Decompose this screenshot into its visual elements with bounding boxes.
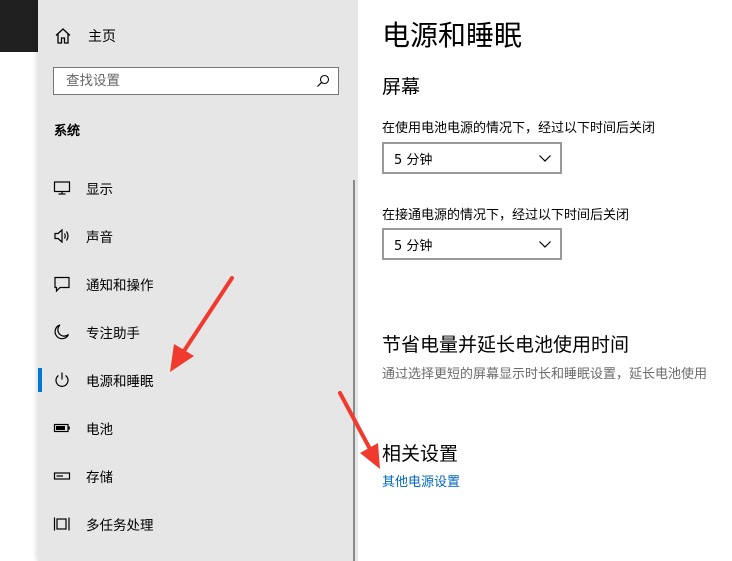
plugged-timeout-caption: 在接通电源的情况下，经过以下时间后关闭 <box>382 208 630 223</box>
sidebar-item-battery[interactable]: 电池 <box>38 406 358 450</box>
sidebar: 主页 系统 显示 声音 通知和操作 专注助 <box>38 0 358 561</box>
dropdown-value: 5 分钟 <box>394 238 433 254</box>
sidebar-item-label: 专注助手 <box>86 326 140 342</box>
moon-icon <box>54 324 70 340</box>
sidebar-item-notifications[interactable]: 通知和操作 <box>38 262 358 306</box>
sidebar-item-label: 电源和睡眠 <box>86 374 154 390</box>
screen-heading: 屏幕 <box>382 76 421 98</box>
sidebar-item-focus-assist[interactable]: 专注助手 <box>38 310 358 354</box>
related-settings-heading: 相关设置 <box>382 443 459 465</box>
save-power-heading: 节省电量并延长电池使用时间 <box>382 334 630 356</box>
sidebar-item-label: 多任务处理 <box>86 518 154 534</box>
dropdown-value: 5 分钟 <box>394 152 433 168</box>
save-power-description: 通过选择更短的屏幕显示时长和睡眠设置，延长电池使用 <box>382 367 708 382</box>
sidebar-item-storage[interactable]: 存储 <box>38 454 358 498</box>
main-content: 电源和睡眠 屏幕 在使用电池电源的情况下，经过以下时间后关闭 5 分钟 在接通电… <box>358 0 732 561</box>
sidebar-home[interactable]: 主页 <box>54 22 116 50</box>
sidebar-item-label: 声音 <box>86 230 113 246</box>
sidebar-item-multitasking[interactable]: 多任务处理 <box>38 502 358 546</box>
background-window-titlebar <box>0 0 38 52</box>
active-indicator <box>38 368 42 392</box>
multitask-icon <box>53 517 70 531</box>
sidebar-item-power-sleep[interactable]: 电源和睡眠 <box>38 358 358 402</box>
chevron-down-icon <box>539 155 551 162</box>
background-window-edge <box>0 0 38 561</box>
search-icon[interactable] <box>316 74 330 88</box>
sidebar-item-label: 电池 <box>86 422 113 438</box>
monitor-icon <box>53 181 71 195</box>
chevron-down-icon <box>539 241 551 248</box>
message-icon <box>54 276 70 293</box>
sidebar-scrollbar[interactable] <box>353 180 355 561</box>
plugged-timeout-dropdown[interactable]: 5 分钟 <box>382 228 562 260</box>
additional-power-settings-link[interactable]: 其他电源设置 <box>382 471 460 490</box>
sidebar-item-label: 显示 <box>86 182 113 198</box>
sidebar-item-sound[interactable]: 声音 <box>38 214 358 258</box>
home-icon <box>55 28 71 44</box>
storage-drive-icon <box>53 472 71 480</box>
sidebar-item-display[interactable]: 显示 <box>38 166 358 210</box>
battery-timeout-dropdown[interactable]: 5 分钟 <box>382 142 562 174</box>
search-box[interactable] <box>53 67 339 95</box>
search-input[interactable] <box>64 72 308 90</box>
battery-timeout-caption: 在使用电池电源的情况下，经过以下时间后关闭 <box>382 121 656 136</box>
sidebar-item-label: 通知和操作 <box>86 278 154 294</box>
power-icon <box>55 372 69 387</box>
speaker-icon <box>54 228 69 244</box>
battery-icon <box>53 423 70 433</box>
sidebar-section-title: 系统 <box>54 124 81 139</box>
sidebar-home-label: 主页 <box>88 29 116 45</box>
sidebar-item-label: 存储 <box>86 470 113 486</box>
page-title: 电源和睡眠 <box>382 19 523 52</box>
